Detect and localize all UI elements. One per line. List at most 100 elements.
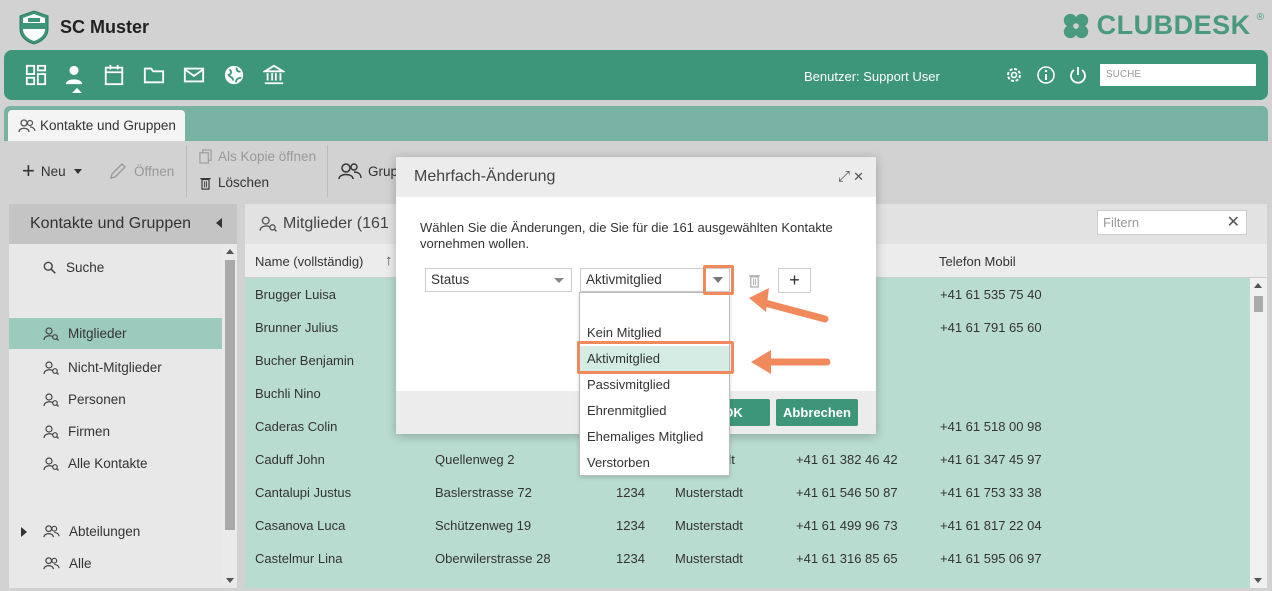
left-panel-scrollbar[interactable] <box>223 244 237 588</box>
table-cell-phone: +41 61 382 46 42 <box>796 452 898 467</box>
delete-button[interactable]: Löschen <box>199 175 269 190</box>
maximize-icon[interactable]: ⤢ <box>838 168 850 185</box>
tab-label: Kontakte und Gruppen <box>40 118 176 133</box>
calendar-icon[interactable] <box>102 63 126 87</box>
scroll-up-icon[interactable] <box>1254 283 1262 288</box>
saved-search-icon <box>43 424 59 439</box>
scroll-down-icon[interactable] <box>1254 578 1262 583</box>
option-honorary-member[interactable]: Ehrenmitglied <box>580 398 729 424</box>
mail-icon[interactable] <box>182 63 206 87</box>
option-deceased[interactable]: Verstorben <box>580 450 729 476</box>
scroll-down-icon[interactable] <box>226 578 234 583</box>
filter-input[interactable]: Filtern ✕ <box>1097 210 1247 235</box>
copy-icon <box>199 149 212 164</box>
table-cell-mobile: +41 61 595 06 97 <box>940 551 1042 566</box>
sort-asc-icon[interactable]: ↑ <box>385 252 393 269</box>
toolbar-divider <box>327 145 328 197</box>
field-select[interactable]: Status <box>425 268 572 292</box>
table-cell-zip: 1234 <box>616 551 645 566</box>
table-cell-mobile: +41 61 791 65 60 <box>940 320 1042 335</box>
grid-scrollbar[interactable] <box>1250 278 1267 588</box>
saved-search-icon <box>43 456 59 471</box>
app-header: SC Muster CLUBDESK ® <box>0 0 1272 50</box>
left-panel-header: Kontakte und Gruppen <box>9 204 237 244</box>
brand-text: CLUBDESK <box>1096 10 1251 40</box>
dialog-title: Mehrfach-Änderung <box>414 168 556 185</box>
table-cell-name: Brunner Julius <box>255 320 339 335</box>
status-options-list: Kein Mitglied Aktivmitglied Passivmitgli… <box>579 292 730 476</box>
settings-gear-icon[interactable] <box>1004 65 1024 85</box>
group-icon <box>43 525 60 538</box>
sidebar-item-all-contacts[interactable]: Alle Kontakte <box>9 448 222 479</box>
saved-search-icon <box>43 326 59 341</box>
search-icon <box>43 261 56 274</box>
sidebar-item-all[interactable]: Alle <box>9 548 222 579</box>
sidebar-item-members[interactable]: Mitglieder <box>9 318 222 349</box>
global-search-input[interactable]: SUCHE <box>1100 64 1256 86</box>
field-select-value: Status <box>431 272 470 287</box>
brand-registered-mark: ® <box>1256 12 1264 23</box>
collapse-panel-icon[interactable] <box>216 218 222 228</box>
club-name: SC Muster <box>60 17 150 37</box>
sidebar-item-non-members[interactable]: Nicht-Mitglieder <box>9 352 222 383</box>
active-nav-indicator <box>72 88 82 93</box>
sidebar-item-companies[interactable]: Firmen <box>9 416 222 447</box>
table-row[interactable]: Cantalupi Justus Baslerstrasse 72 1234 Must… <box>245 476 1245 509</box>
globe-icon[interactable] <box>222 63 246 87</box>
club-logo <box>16 9 52 45</box>
saved-search-icon <box>259 216 277 232</box>
table-cell-mobile: +41 61 753 33 38 <box>940 485 1042 500</box>
option-former-member[interactable]: Ehemaliges Mitglied <box>580 424 729 450</box>
dashboard-icon[interactable] <box>24 63 48 87</box>
tab-contacts-groups[interactable]: Kontakte und Gruppen <box>8 110 185 141</box>
table-cell-mobile: +41 61 518 00 98 <box>940 419 1042 434</box>
cancel-button[interactable]: Abbrechen <box>776 399 858 426</box>
pencil-icon <box>110 163 126 179</box>
table-cell-phone: +41 61 316 85 65 <box>796 551 898 566</box>
table-cell-name: Buchli Nino <box>255 386 321 401</box>
expand-arrow-icon[interactable] <box>21 526 27 537</box>
table-cell-street: Oberwilerstrasse 28 <box>435 551 551 566</box>
scroll-up-icon[interactable] <box>226 249 234 254</box>
folder-icon[interactable] <box>142 63 166 87</box>
chevron-down-icon <box>554 278 564 283</box>
scrollbar-thumb[interactable] <box>1254 296 1263 312</box>
sidebar-item-label: Firmen <box>68 424 111 439</box>
arrow-icon <box>751 350 831 374</box>
sidebar-item-label: Suche <box>66 260 105 275</box>
table-cell-name: Casanova Luca <box>255 518 346 533</box>
scrollbar-thumb[interactable] <box>225 260 235 530</box>
table-cell-zip: 1234 <box>616 485 645 500</box>
clear-filter-icon[interactable]: ✕ <box>1227 211 1240 234</box>
table-row[interactable]: Casanova Luca Schützenweg 19 1234 Mustersta… <box>245 509 1245 542</box>
contacts-group-icon <box>18 118 36 132</box>
new-button[interactable]: + Neu <box>22 160 82 182</box>
highlight-dropdown-trigger <box>703 265 734 295</box>
current-user-label: Benutzer: Support User <box>804 69 940 84</box>
sidebar-item-label: Personen <box>68 392 126 407</box>
logout-power-icon[interactable] <box>1068 65 1088 85</box>
table-row[interactable]: Castelmur Lina Oberwilerstrasse 28 1234 Mus… <box>245 542 1245 575</box>
close-icon[interactable]: ✕ <box>853 169 864 185</box>
contacts-icon[interactable] <box>62 63 86 87</box>
sidebar-item-departments[interactable]: Abteilungen <box>9 516 222 547</box>
option-passive-member[interactable]: Passivmitglied <box>580 372 729 398</box>
new-label: Neu <box>40 163 66 179</box>
chevron-down-icon <box>73 168 82 174</box>
open-button[interactable]: Öffnen <box>108 161 174 181</box>
main-navigation: Benutzer: Support User SUCHE <box>4 50 1268 100</box>
annotation-arrows <box>749 288 831 374</box>
sidebar-item-persons[interactable]: Personen <box>9 384 222 415</box>
column-header-name[interactable]: Name (vollständig) <box>255 254 363 269</box>
column-header-mobile[interactable]: Telefon Mobil <box>939 254 1016 269</box>
info-icon[interactable] <box>1036 65 1056 85</box>
open-as-copy-button[interactable]: Als Kopie öffnen <box>199 149 316 164</box>
clover-icon <box>1063 13 1088 38</box>
sidebar-item-search[interactable]: Suche <box>9 252 222 283</box>
table-cell-street: Quellenweg 2 <box>435 452 515 467</box>
table-row[interactable]: Caduff JohnQuellenweg 2dt+41 61 382 46 4… <box>245 443 1245 476</box>
trash-icon <box>200 177 211 190</box>
finance-bank-icon[interactable] <box>262 63 286 87</box>
table-cell-city: Musterstadt <box>675 518 743 533</box>
highlight-active-option <box>577 341 734 374</box>
